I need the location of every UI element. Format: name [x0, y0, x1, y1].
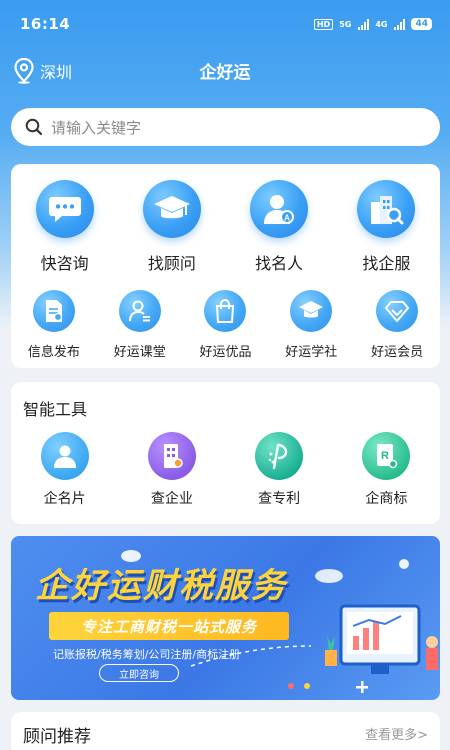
signal-icon [358, 18, 370, 30]
tool-label: 企商标 [365, 491, 408, 507]
diamond-icon [376, 290, 419, 332]
shopping-bag-icon [204, 290, 247, 332]
person-badge-icon: A [250, 180, 309, 238]
graduation-cap-icon [290, 290, 333, 332]
service-class[interactable]: 好运课堂 [97, 290, 183, 360]
promo-banner[interactable]: 企好运财税服务 专注工商财税一站式服务 记账报税/税务筹划/公司注册/商标注册 … [11, 536, 440, 700]
tools-list: 企名片 查企业 查专利 R 企商标 [11, 432, 440, 508]
service-info-publish[interactable]: 信息发布 [11, 290, 97, 360]
graduation-cap-icon [142, 180, 201, 238]
trademark-icon: R [362, 432, 411, 480]
battery-icon: 44 [411, 18, 432, 30]
service-find-celebrity[interactable]: A 找名人 [226, 180, 333, 274]
person-card-icon [40, 432, 89, 480]
network-5g-label: 5G [339, 19, 352, 29]
tool-check-company[interactable]: 查企业 [118, 432, 225, 508]
tool-label: 企名片 [43, 491, 86, 507]
tool-trademark[interactable]: R 企商标 [333, 432, 440, 508]
service-products[interactable]: 好运优品 [183, 290, 269, 360]
svg-text:A: A [284, 214, 290, 223]
building-search-icon [357, 180, 416, 238]
search-input[interactable]: 请输入关键字 [51, 117, 141, 138]
hd-badge: HD [313, 18, 334, 30]
consult-now-button[interactable]: 立即咨询 [99, 664, 179, 682]
services-card: 快咨询 找顾问 A 找名人 找企服 信息发布 好运课堂 好运优品 好运学社 好运… [11, 164, 440, 368]
tool-business-card[interactable]: 企名片 [11, 432, 118, 508]
search-icon [25, 118, 43, 136]
building-icon [147, 432, 196, 480]
app-header: 深圳 企好运 [0, 48, 450, 92]
section-title: 顾问推荐 [23, 727, 91, 747]
banner-slogan: 专注工商财税一站式服务 [49, 612, 289, 640]
service-find-enterprise[interactable]: 找企服 [333, 180, 440, 274]
service-academy[interactable]: 好运学社 [268, 290, 354, 360]
service-label: 找企服 [362, 254, 411, 273]
patent-icon [255, 432, 304, 480]
view-more-link[interactable]: 查看更多> [365, 724, 428, 743]
document-icon [32, 290, 75, 332]
status-time: 16:14 [20, 15, 71, 33]
primary-services: 快咨询 找顾问 A 找名人 找企服 [11, 180, 440, 274]
section-title: 智能工具 [23, 400, 88, 419]
status-indicators: HD 5G 4G 44 [313, 18, 432, 30]
service-label: 快咨询 [40, 254, 89, 273]
tool-check-patent[interactable]: 查专利 [226, 432, 333, 508]
network-4g-label: 4G [375, 19, 388, 29]
svg-text:R: R [381, 450, 389, 462]
status-bar: 16:14 HD 5G 4G 44 [0, 0, 450, 48]
service-label: 好运课堂 [113, 345, 166, 360]
chat-bubble-icon [35, 180, 94, 238]
banner-subtitle: 记账报税/税务筹划/公司注册/商标注册 [53, 648, 241, 661]
signal-icon [394, 18, 406, 30]
service-label: 信息发布 [27, 345, 80, 360]
service-label: 好运优品 [199, 345, 252, 360]
secondary-services: 信息发布 好运课堂 好运优品 好运学社 好运会员 [11, 290, 440, 360]
service-label: 好运学社 [285, 345, 338, 360]
tool-label: 查企业 [150, 491, 193, 507]
service-label: 找名人 [255, 254, 304, 273]
service-label: 找顾问 [147, 254, 196, 273]
service-label: 好运会员 [371, 345, 424, 360]
advisor-recommend-section: 顾问推荐 查看更多> [11, 712, 440, 750]
service-quick-consult[interactable]: 快咨询 [11, 180, 118, 274]
banner-title: 企好运财税服务 [35, 566, 287, 606]
service-membership[interactable]: 好运会员 [354, 290, 440, 360]
app-title: 企好运 [199, 63, 251, 83]
service-find-advisor[interactable]: 找顾问 [118, 180, 225, 274]
search-bar[interactable]: 请输入关键字 [11, 108, 440, 146]
user-list-icon [118, 290, 161, 332]
smart-tools-card: 智能工具 企名片 查企业 查专利 R 企商标 [11, 382, 440, 524]
tool-label: 查专利 [258, 491, 301, 507]
